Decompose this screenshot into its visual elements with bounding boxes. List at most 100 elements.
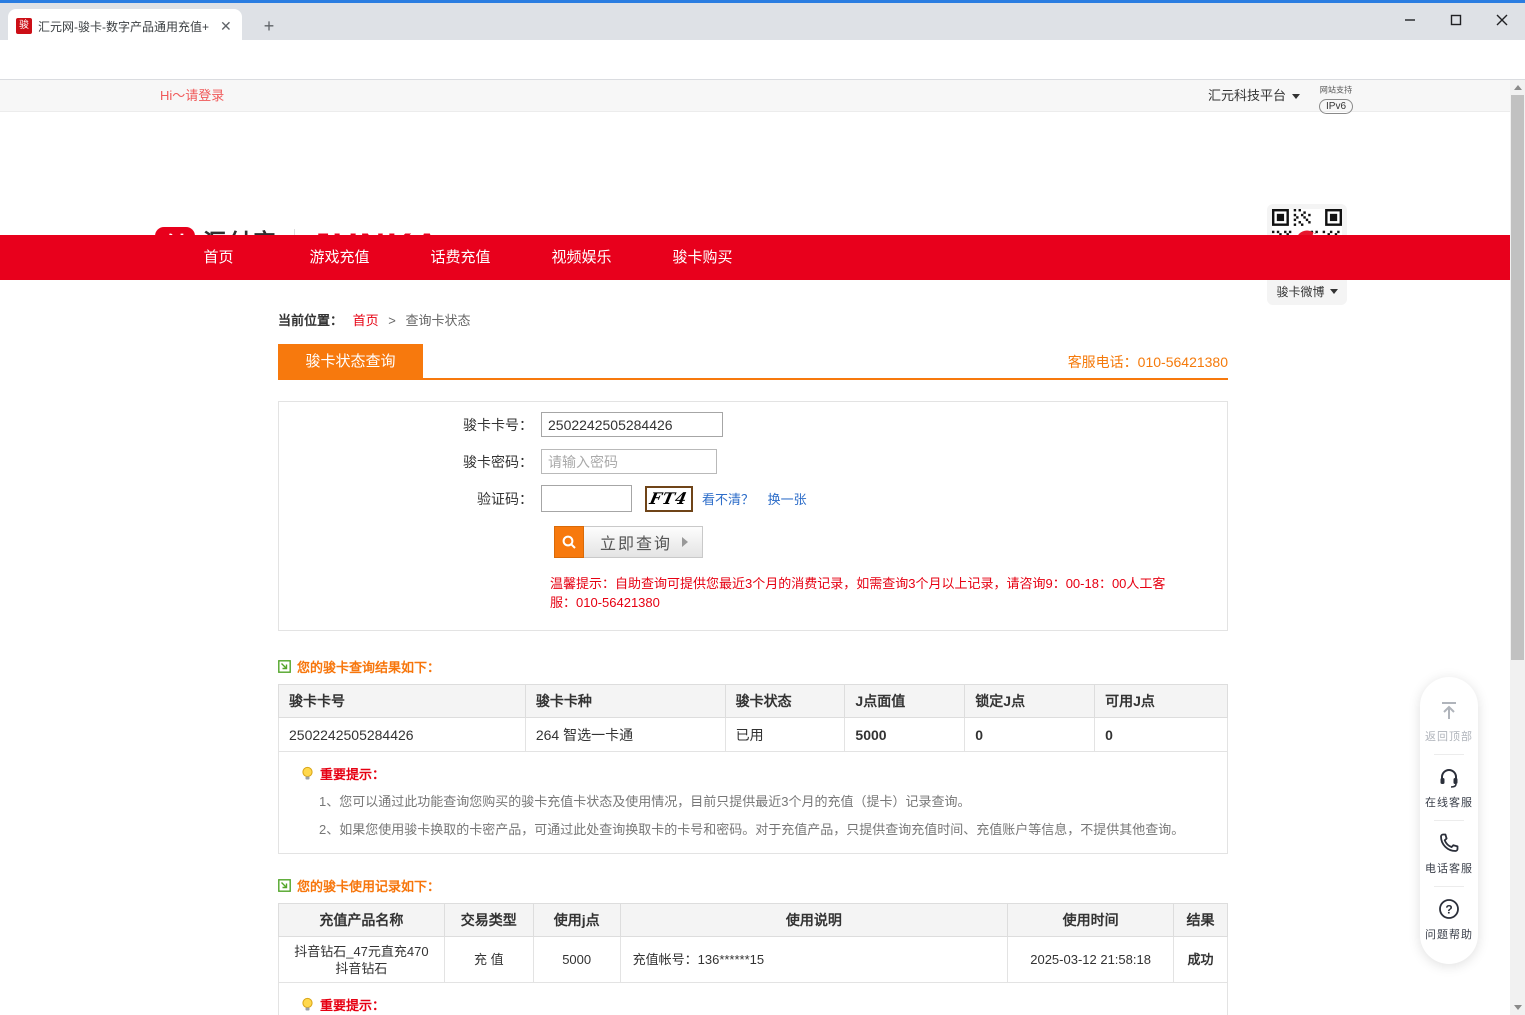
chevron-down-icon [1292, 94, 1300, 99]
col-available-points: 可用J点 [1095, 685, 1228, 718]
breadcrumb-home-link[interactable]: 首页 [353, 313, 379, 328]
cell-product-name: 抖音钻石_47元直充470抖音钻石 [279, 937, 445, 983]
nav-item-video-entertainment[interactable]: 视频娱乐 [521, 235, 642, 280]
tab-title: 汇元网-骏卡-数字产品通用充值+ [38, 18, 214, 35]
captcha-image: FT4 [645, 486, 693, 512]
breadcrumb-separator: > [388, 313, 396, 328]
main-content: 当前位置： 首页 > 查询卡状态 骏卡状态查询 客服电话：010-5642138… [278, 280, 1228, 1015]
phone-icon [1437, 831, 1461, 855]
ipv6-support-label: 网站支持 [1320, 84, 1352, 96]
question-mark-icon: ? [1437, 897, 1461, 921]
section-tabbar: 骏卡状态查询 客服电话：010-56421380 [278, 344, 1228, 380]
phone-service-button[interactable]: 电话客服 [1420, 821, 1478, 886]
result-tips-box: 重要提示： 1、您可以通过此功能查询您购买的骏卡充值卡状态及使用情况，目前只提供… [278, 752, 1228, 854]
site-favicon-icon: 骏 [16, 18, 32, 34]
platform-dropdown[interactable]: 汇元科技平台 [1208, 80, 1300, 112]
back-to-top-button[interactable]: 返回顶部 [1420, 689, 1478, 754]
close-icon [1496, 14, 1508, 26]
search-icon [561, 534, 578, 551]
col-usage-desc: 使用说明 [620, 904, 1008, 937]
cell-used-points: 5000 [533, 937, 620, 983]
nav-item-buy-junka[interactable]: 骏卡购买 [642, 235, 763, 280]
tip-item: 2、如果您使用骏卡换取的卡密产品，可通过此处查询换取卡的卡号和密码。对于充值产品… [319, 821, 1227, 839]
login-link[interactable]: Hi～请登录 [160, 80, 224, 112]
card-no-input[interactable] [541, 412, 723, 437]
cell-card-status: 已用 [725, 718, 845, 752]
arrow-right-icon [682, 537, 688, 547]
online-service-button[interactable]: 在线客服 [1420, 755, 1478, 820]
tab-card-status-query[interactable]: 骏卡状态查询 [278, 344, 423, 380]
table-row: 抖音钻石_47元直充470抖音钻石 充 值 5000 充值帐号：136*****… [279, 937, 1228, 983]
captcha-label: 验证码： [279, 489, 541, 509]
minimize-icon [1404, 14, 1416, 26]
service-phone: 客服电话：010-56421380 [1068, 344, 1228, 380]
green-arrow-icon [278, 660, 291, 673]
chevron-down-icon [1330, 289, 1338, 294]
tips-title: 重要提示： [301, 995, 1227, 1014]
cell-usage-time: 2025-03-12 21:58:18 [1008, 937, 1174, 983]
col-face-value: J点面值 [845, 685, 965, 718]
cell-available-points: 0 [1095, 718, 1228, 752]
new-tab-button[interactable]: + [256, 13, 282, 39]
scrollbar-down-arrow[interactable] [1510, 1000, 1525, 1015]
window-minimize-button[interactable] [1387, 3, 1433, 36]
scrollbar-thumb[interactable] [1511, 95, 1524, 660]
tip-item: 1、您可以通过此功能查询您购买的骏卡充值卡状态及使用情况，目前只提供最近3个月的… [319, 793, 1227, 811]
lightbulb-icon [301, 766, 314, 781]
nav-item-home[interactable]: 首页 [158, 235, 279, 280]
form-notice: 温馨提示：自助查询可提供您最近3个月的消费记录，如需查询3个月以上记录，请咨询9… [550, 574, 1190, 612]
card-no-label: 骏卡卡号： [279, 415, 541, 435]
help-button[interactable]: ? 问题帮助 [1420, 887, 1478, 952]
breadcrumb-label: 当前位置： [278, 313, 343, 328]
floating-helper-menu: 返回顶部 在线客服 电话客服 ? 问题帮助 [1420, 677, 1478, 964]
nav-item-game-recharge[interactable]: 游戏充值 [279, 235, 400, 280]
scrollbar-up-arrow[interactable] [1510, 80, 1525, 95]
ipv6-support: 网站支持 IPv6 [1318, 83, 1354, 114]
table-header-row: 骏卡卡号 骏卡卡种 骏卡状态 J点面值 锁定J点 可用J点 [279, 685, 1228, 718]
ipv6-badge: IPv6 [1319, 99, 1353, 114]
usage-section-title: 您的骏卡使用记录如下： [278, 876, 1228, 895]
cell-trade-type: 充 值 [444, 937, 533, 983]
green-arrow-icon [278, 879, 291, 892]
cell-card-no: 2502242505284426 [279, 718, 526, 752]
table-row: 2502242505284426 264 智选一卡通 已用 5000 0 0 [279, 718, 1228, 752]
query-now-button[interactable]: 立即查询 [584, 526, 703, 558]
captcha-refresh-link[interactable]: 换一张 [768, 492, 807, 507]
submit-row: 立即查询 [554, 526, 1227, 558]
usage-record-table: 充值产品名称 交易类型 使用j点 使用说明 使用时间 结果 抖音钻石_47元直充… [278, 903, 1228, 983]
col-card-status: 骏卡状态 [725, 685, 845, 718]
page-viewport: Hi～请登录 汇元科技平台 网站支持 IPv6 付 汇付宝 HEEPAY JUN… [0, 80, 1510, 1015]
breadcrumb-current: 查询卡状态 [406, 313, 471, 328]
weibo-dropdown[interactable]: 骏卡微博 [1276, 283, 1337, 300]
captcha-unclear-link[interactable]: 看不清？ [702, 492, 754, 507]
tab-close-icon[interactable]: ✕ [220, 18, 232, 35]
cell-result-status: 成功 [1174, 937, 1228, 983]
window-close-button[interactable] [1479, 3, 1525, 36]
cell-card-type: 264 智选一卡通 [525, 718, 725, 752]
main-navigation: 首页 游戏充值 话费充值 视频娱乐 骏卡购买 [0, 235, 1510, 280]
captcha-input[interactable] [541, 485, 632, 512]
table-header-row: 充值产品名称 交易类型 使用j点 使用说明 使用时间 结果 [279, 904, 1228, 937]
maximize-icon [1450, 14, 1462, 26]
usage-tips-box: 重要提示： 1、骏卡状态为“启用”状态，说明您的卡是可以正常使用的。 [278, 983, 1228, 1015]
cell-face-value: 5000 [845, 718, 965, 752]
lightbulb-icon [301, 997, 314, 1012]
back-to-top-icon [1437, 699, 1461, 723]
col-result: 结果 [1174, 904, 1228, 937]
col-card-no: 骏卡卡号 [279, 685, 526, 718]
col-trade-type: 交易类型 [444, 904, 533, 937]
nav-item-phone-recharge[interactable]: 话费充值 [400, 235, 521, 280]
card-password-input[interactable] [541, 449, 717, 474]
svg-text:?: ? [1445, 903, 1452, 917]
breadcrumb: 当前位置： 首页 > 查询卡状态 [278, 310, 1228, 329]
headset-icon [1437, 765, 1461, 789]
browser-tab[interactable]: 骏 汇元网-骏卡-数字产品通用充值+ ✕ [8, 9, 242, 43]
cell-locked-points: 0 [965, 718, 1095, 752]
card-password-label: 骏卡密码： [279, 452, 541, 472]
browser-toolbar: https://junka.heepay.com/Bill/TradeSearc… [0, 40, 1525, 80]
submit-search-icon-box [554, 526, 584, 558]
card-result-table: 骏卡卡号 骏卡卡种 骏卡状态 J点面值 锁定J点 可用J点 2502242505… [278, 684, 1228, 752]
col-card-type: 骏卡卡种 [525, 685, 725, 718]
card-query-form: 骏卡卡号： 骏卡密码： 验证码： FT4 看不清？ 换一张 [278, 401, 1228, 631]
window-maximize-button[interactable] [1433, 3, 1479, 36]
